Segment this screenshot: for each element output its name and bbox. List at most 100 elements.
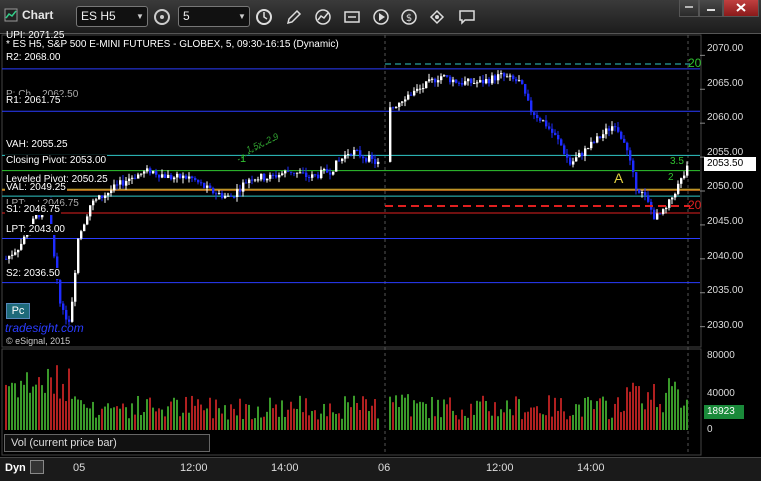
candle-body — [194, 178, 197, 180]
volume-bar — [122, 403, 124, 430]
volume-bar — [341, 418, 343, 430]
volume-bar — [146, 399, 148, 430]
volume-bar — [53, 393, 55, 430]
volume-bar — [452, 410, 454, 430]
volume-bar — [674, 381, 676, 430]
volume-bar — [251, 419, 253, 430]
candle-body — [587, 148, 590, 150]
three-five-label: 3.5 — [670, 156, 684, 167]
volume-bar — [248, 404, 250, 430]
volume-bar — [479, 401, 481, 430]
volume-bar — [350, 407, 352, 430]
candle-body — [602, 134, 605, 138]
candle-body — [623, 138, 626, 143]
candle-body — [590, 141, 593, 149]
pc-badge[interactable]: Pc — [6, 303, 30, 319]
volume-bar — [545, 415, 547, 430]
candle-body — [140, 173, 143, 175]
candle-body — [251, 179, 254, 181]
candle-body — [527, 93, 530, 101]
volume-bar — [530, 407, 532, 430]
candle-body — [182, 175, 185, 179]
volume-bar — [683, 405, 685, 430]
candle-body — [443, 75, 446, 77]
candle-body — [347, 153, 350, 155]
volume-bar — [152, 407, 154, 430]
candle-body — [263, 173, 266, 181]
volume-bar — [278, 416, 280, 430]
volume-bar — [437, 399, 439, 430]
candle-body — [431, 78, 434, 80]
candle-body — [92, 200, 95, 206]
time-tick: 12:00 — [486, 462, 514, 474]
candle-body — [620, 131, 623, 139]
candle-body — [638, 189, 641, 193]
volume-bar — [608, 419, 610, 430]
volume-bar — [323, 403, 325, 430]
volume-bar — [449, 397, 451, 430]
volume-bar — [659, 403, 661, 430]
volume-bar — [47, 368, 49, 430]
volume-bar — [458, 419, 460, 430]
candle-body — [356, 150, 359, 152]
volume-bar — [62, 383, 64, 430]
volume-bar — [131, 403, 133, 430]
volume-bar — [269, 397, 271, 430]
volume-bar — [374, 399, 376, 430]
price-chart[interactable] — [0, 0, 761, 481]
volume-study-label[interactable]: Vol (current price bar) — [4, 434, 210, 452]
candle-body — [476, 82, 479, 84]
volume-tick: 0 — [707, 424, 713, 435]
candle-body — [488, 79, 491, 84]
dyn-mode-label[interactable]: Dyn — [5, 462, 26, 474]
candle-body — [233, 196, 236, 198]
volume-bar — [614, 403, 616, 430]
volume-bar — [506, 400, 508, 430]
volume-bar — [239, 398, 241, 430]
candle-body — [533, 112, 536, 116]
volume-bar — [134, 414, 136, 430]
volume-tick: 80000 — [707, 350, 735, 361]
volume-bar — [584, 397, 586, 430]
volume-bar — [566, 419, 568, 430]
candle-body — [485, 79, 488, 84]
candle-body — [647, 195, 650, 202]
volume-bar — [671, 386, 673, 430]
volume-bar — [509, 409, 511, 430]
candle-body — [80, 231, 83, 239]
candle-body — [599, 136, 602, 138]
volume-bar — [335, 413, 337, 430]
volume-bar — [116, 406, 118, 430]
candle-body — [479, 80, 482, 83]
candle-body — [326, 169, 329, 173]
candle-body — [119, 180, 122, 185]
candle-body — [425, 81, 428, 89]
volume-bar — [59, 398, 61, 430]
candle-body — [173, 177, 176, 180]
two-label: 2 — [668, 172, 674, 183]
candle-body — [245, 182, 248, 184]
volume-bar — [494, 402, 496, 430]
candle-body — [374, 159, 377, 164]
volume-bar — [104, 406, 106, 430]
candle-body — [371, 155, 374, 160]
candle-body — [635, 172, 638, 190]
candle-body — [518, 80, 521, 82]
time-tick: 06 — [378, 462, 391, 474]
volume-bar — [575, 404, 577, 430]
volume-bar — [143, 412, 145, 430]
volume-bar — [488, 411, 490, 430]
candle-body — [203, 182, 206, 188]
volume-bar — [554, 397, 556, 430]
candle-body — [344, 154, 347, 159]
candle-body — [221, 193, 224, 198]
candle-body — [404, 99, 407, 102]
candle-body — [62, 303, 65, 310]
volume-bar — [536, 406, 538, 430]
zoom-icon[interactable] — [30, 460, 44, 474]
pivot-r2-label: R2: 2068.00 — [5, 52, 62, 63]
volume-bar — [206, 408, 208, 430]
candle-body — [131, 177, 134, 179]
volume-bar — [362, 396, 364, 430]
volume-bar — [647, 392, 649, 430]
